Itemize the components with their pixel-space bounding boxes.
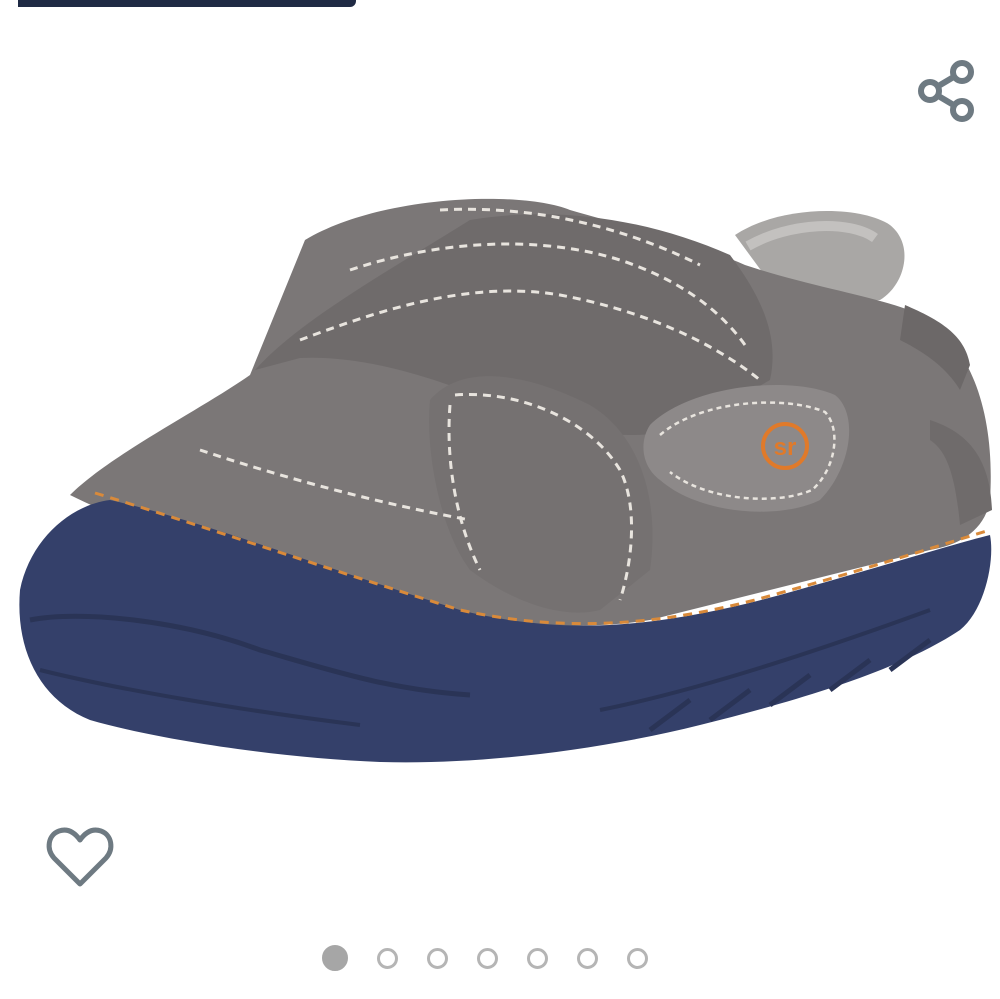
header-bar-edge — [18, 0, 356, 7]
carousel-dot-7[interactable] — [627, 947, 648, 969]
carousel-dot-5[interactable] — [527, 947, 548, 969]
carousel-dot-4[interactable] — [477, 947, 498, 969]
share-icon — [918, 60, 974, 122]
svg-text:sr: sr — [774, 434, 797, 461]
heart-outline-icon — [46, 827, 114, 887]
wishlist-button[interactable] — [44, 822, 116, 894]
image-carousel-pager — [322, 942, 648, 974]
carousel-dot-3[interactable] — [427, 947, 448, 969]
carousel-dot-6[interactable] — [577, 947, 598, 969]
share-button[interactable] — [910, 55, 982, 127]
carousel-dot-1[interactable] — [322, 945, 348, 971]
carousel-dot-2[interactable] — [377, 947, 398, 969]
product-image[interactable]: sr — [0, 150, 1000, 790]
